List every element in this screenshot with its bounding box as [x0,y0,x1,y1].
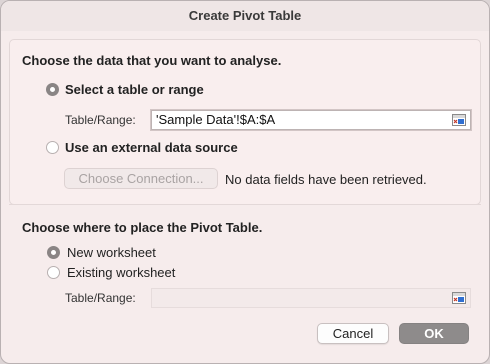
range-picker-icon[interactable] [452,292,466,304]
select-range-radio[interactable] [46,83,59,96]
external-source-label[interactable]: Use an external data source [65,140,238,155]
select-range-label[interactable]: Select a table or range [65,82,204,97]
destination-range-input[interactable] [151,288,471,308]
create-pivot-table-dialog: Create Pivot Table Choose the data that … [0,0,490,364]
choose-connection-button[interactable]: Choose Connection... [64,168,218,189]
place-section-heading: Choose where to place the Pivot Table. [22,220,263,235]
new-worksheet-radio[interactable] [47,246,60,259]
section-divider [9,204,481,205]
destination-range-label: Table/Range: [65,291,136,305]
existing-worksheet-radio[interactable] [47,266,60,279]
no-data-message: No data fields have been retrieved. [225,172,427,187]
external-source-radio[interactable] [46,141,59,154]
data-section-heading: Choose the data that you want to analyse… [22,53,282,68]
ok-button[interactable]: OK [399,323,469,344]
existing-worksheet-label[interactable]: Existing worksheet [67,265,175,280]
dialog-title: Create Pivot Table [1,1,489,31]
new-worksheet-label[interactable]: New worksheet [67,245,156,260]
table-range-label: Table/Range: [65,113,136,127]
table-range-input[interactable]: 'Sample Data'!$A:$A [151,110,471,130]
cancel-button[interactable]: Cancel [317,323,389,344]
range-picker-icon[interactable] [452,114,466,126]
